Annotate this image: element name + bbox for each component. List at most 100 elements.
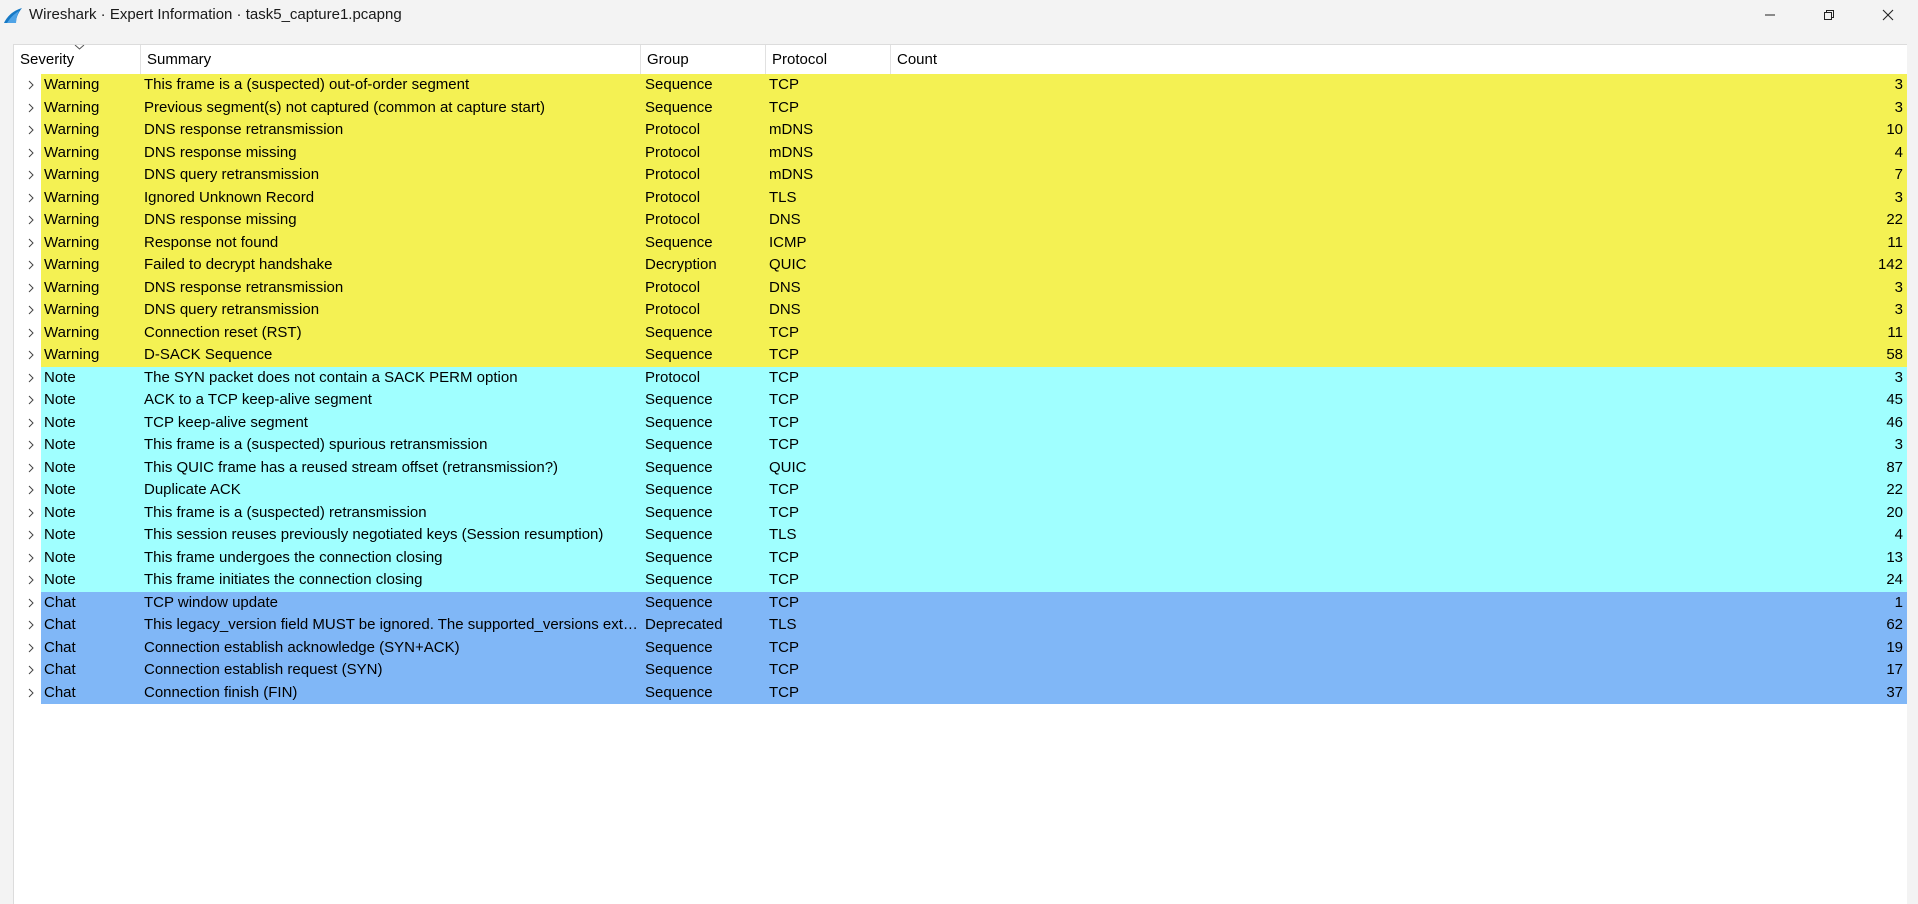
expand-toggle[interactable] <box>20 547 40 570</box>
table-row[interactable]: Note ACK to a TCP keep-alive segment Seque… <box>14 389 1907 412</box>
table-row[interactable]: Note This frame initiates the connection … <box>14 569 1907 592</box>
summary-cell: This legacy_version field MUST be ignore… <box>144 616 642 633</box>
table-row[interactable]: Warning DNS query retransmission Protocol m… <box>14 164 1907 187</box>
count-cell: 1 <box>1894 593 1903 611</box>
table-row[interactable]: Note This frame is a (suspected) retransm… <box>14 501 1907 525</box>
expand-toggle[interactable] <box>20 389 40 412</box>
protocol-cell: mDNS <box>769 166 814 183</box>
column-header-count[interactable]: Count <box>891 45 1907 74</box>
table-row[interactable]: Warning Response not found Sequence ICMP 11 <box>14 231 1907 255</box>
group-cell: Sequence <box>645 593 713 611</box>
column-header-label: Severity <box>20 51 75 68</box>
expert-info-table[interactable]: Severity Summary Group Protocol Count Wa… <box>13 44 1907 904</box>
expand-toggle[interactable] <box>20 119 40 142</box>
expand-toggle[interactable] <box>20 142 40 165</box>
count-cell: 45 <box>1886 391 1903 408</box>
table-row[interactable]: Warning Connection reset (RST) Sequence TCP… <box>14 321 1907 345</box>
severity-cell: Warning <box>44 278 100 296</box>
expand-toggle[interactable] <box>20 502 40 525</box>
table-row[interactable]: Warning Ignored Unknown Record Protocol TLS… <box>14 186 1907 210</box>
protocol-cell: TCP <box>769 481 799 498</box>
count-cell: 17 <box>1886 661 1903 678</box>
table-row[interactable]: Chat This legacy_version field MUST be ig… <box>14 614 1907 637</box>
expand-toggle[interactable] <box>20 232 40 255</box>
count-cell: 3 <box>1894 436 1903 453</box>
column-header-severity[interactable]: Severity <box>14 45 141 74</box>
protocol-cell: ICMP <box>769 233 807 251</box>
table-row[interactable]: Note The SYN packet does not contain a SA… <box>14 366 1907 390</box>
table-row[interactable]: Warning DNS query retransmission Protocol D… <box>14 299 1907 322</box>
expand-toggle[interactable] <box>20 614 40 637</box>
expand-toggle[interactable] <box>20 74 40 97</box>
table-row[interactable]: Warning D-SACK Sequence Sequence TCP 58 <box>14 344 1907 367</box>
chevron-right-icon <box>28 260 34 270</box>
protocol-cell: mDNS <box>769 143 814 161</box>
expand-toggle[interactable] <box>20 164 40 187</box>
table-row[interactable]: Warning This frame is a (suspected) out-o… <box>14 74 1907 97</box>
table-row[interactable]: Chat TCP window update Sequence TCP 1 <box>14 591 1907 615</box>
column-header-protocol[interactable]: Protocol <box>766 45 891 74</box>
group-cell: Sequence <box>645 458 713 476</box>
close-button[interactable] <box>1859 0 1917 30</box>
count-cell: 24 <box>1886 571 1903 588</box>
count-cell: 3 <box>1894 188 1903 206</box>
table-row[interactable]: Note This session reuses previously negot… <box>14 524 1907 547</box>
expand-toggle[interactable] <box>20 299 40 322</box>
restore-button[interactable] <box>1800 0 1858 30</box>
minimize-icon <box>1765 14 1775 16</box>
expand-toggle[interactable] <box>20 254 40 277</box>
severity-cell: Warning <box>44 98 100 116</box>
expand-toggle[interactable] <box>20 322 40 345</box>
protocol-cell: TCP <box>769 638 799 656</box>
table-row[interactable]: Note This frame is a (suspected) spurious… <box>14 434 1907 457</box>
expand-toggle[interactable] <box>20 682 40 705</box>
expand-toggle[interactable] <box>20 434 40 457</box>
expand-toggle[interactable] <box>20 187 40 210</box>
table-row[interactable]: Note This frame undergoes the connection … <box>14 546 1907 570</box>
count-cell: 3 <box>1894 98 1903 116</box>
table-row[interactable]: Warning Previous segment(s) not captured … <box>14 96 1907 120</box>
chevron-right-icon <box>28 283 34 292</box>
protocol-cell: TLS <box>769 188 797 206</box>
minimize-button[interactable] <box>1741 0 1799 30</box>
table-row[interactable]: Warning Failed to decrypt handshake Decryp… <box>14 254 1907 277</box>
protocol-cell: DNS <box>769 301 801 318</box>
expand-toggle[interactable] <box>20 659 40 682</box>
expand-toggle[interactable] <box>20 367 40 390</box>
table-row[interactable]: Chat Connection finish (FIN) Sequence TCP 37 <box>14 681 1907 705</box>
expand-toggle[interactable] <box>20 637 40 660</box>
restore-icon <box>1824 10 1834 20</box>
table-row[interactable]: Note TCP keep-alive segment Sequence TCP 46 <box>14 411 1907 435</box>
chevron-right-icon <box>28 598 34 607</box>
severity-cell: Warning <box>44 76 100 93</box>
table-row[interactable]: Chat Connection establish request (SYN) Se… <box>14 659 1907 682</box>
chevron-right-icon <box>28 643 34 652</box>
expand-toggle[interactable] <box>20 569 40 592</box>
table-row[interactable]: Warning DNS response retransmission Protoc… <box>14 276 1907 300</box>
expand-toggle[interactable] <box>20 457 40 480</box>
table-row[interactable]: Chat Connection establish acknowledge (SY… <box>14 636 1907 660</box>
table-row[interactable]: Note Duplicate ACK Sequence TCP 22 <box>14 479 1907 502</box>
chevron-right-icon <box>28 530 34 540</box>
expand-toggle[interactable] <box>20 209 40 232</box>
chevron-right-icon <box>28 440 34 450</box>
expand-toggle[interactable] <box>20 277 40 300</box>
table-row[interactable]: Warning DNS response retransmission Protoc… <box>14 119 1907 142</box>
table-row[interactable]: Note This QUIC frame has a reused stream … <box>14 456 1907 480</box>
severity-cell: Chat <box>44 593 76 611</box>
group-cell: Protocol <box>645 301 701 318</box>
expand-toggle[interactable] <box>20 344 40 367</box>
summary-cell: DNS query retransmission <box>144 301 320 318</box>
summary-cell: DNS response retransmission <box>144 121 344 138</box>
expand-toggle[interactable] <box>20 412 40 435</box>
table-row[interactable]: Warning DNS response missing Protocol DNS 22 <box>14 209 1907 232</box>
count-cell: 46 <box>1886 413 1903 431</box>
expand-toggle[interactable] <box>20 592 40 615</box>
severity-cell: Chat <box>44 661 76 678</box>
column-header-summary[interactable]: Summary <box>141 45 641 74</box>
table-row[interactable]: Warning DNS response missing Protocol mDNS 4 <box>14 141 1907 165</box>
expand-toggle[interactable] <box>20 524 40 547</box>
expand-toggle[interactable] <box>20 97 40 120</box>
expand-toggle[interactable] <box>20 479 40 502</box>
column-header-group[interactable]: Group <box>641 45 766 74</box>
